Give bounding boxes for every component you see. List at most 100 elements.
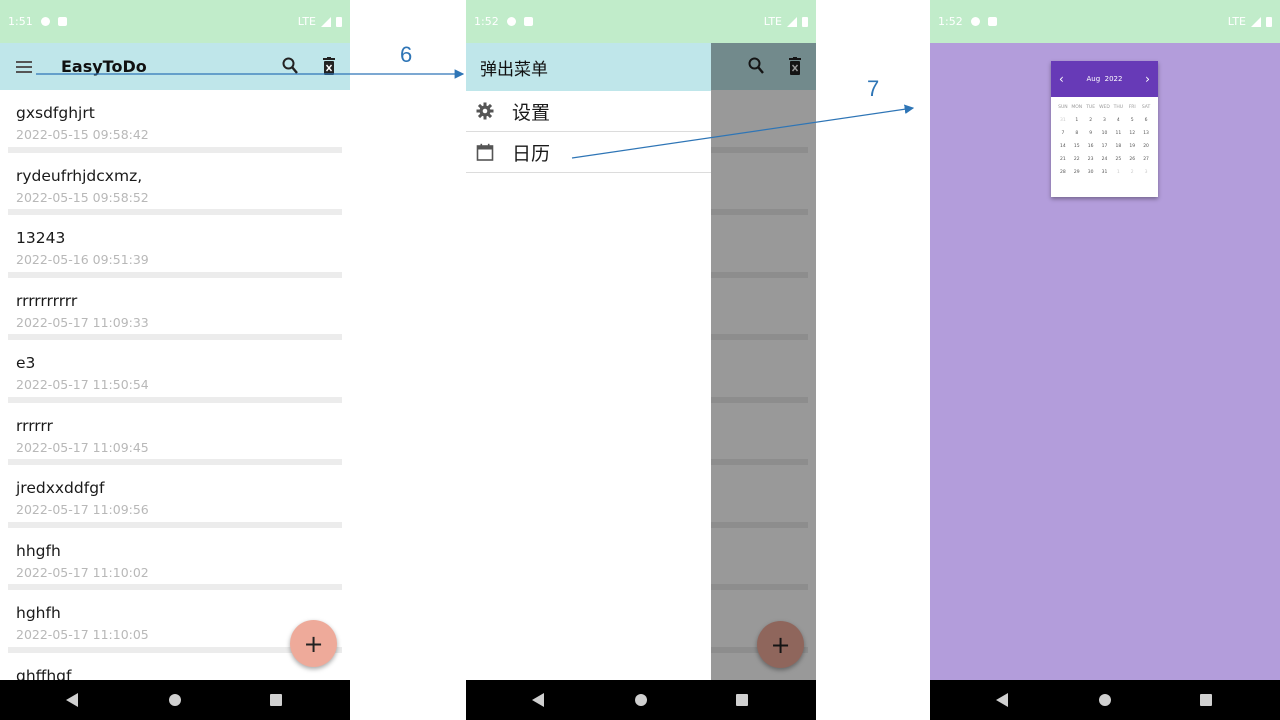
screen-calendar: 1:52 LTE ‹ Aug 2022 › SUN MON TUE WED THU FRI… xyxy=(930,0,1280,720)
item-title: rydeufrhjdcxmz, xyxy=(16,166,143,185)
list-item[interactable]: gxsdfghjrt 2022-05-15 09:58:42 xyxy=(0,90,350,153)
drawer-item-label: 日历 xyxy=(512,142,551,165)
calendar-day[interactable]: 9 xyxy=(1084,131,1098,136)
calendar-header: ‹ Aug 2022 › xyxy=(1051,61,1158,97)
calendar-day[interactable]: 10 xyxy=(1098,131,1112,136)
system-nav-bar xyxy=(0,680,350,720)
calendar-day[interactable]: 2 xyxy=(1125,170,1139,175)
search-icon[interactable] xyxy=(282,57,298,75)
sd-card-icon xyxy=(57,17,67,26)
calendar-day[interactable]: 2 xyxy=(1084,118,1098,123)
calendar-day[interactable]: 24 xyxy=(1098,157,1112,162)
calendar-day[interactable]: 14 xyxy=(1056,144,1070,149)
item-date: 2022-05-17 11:09:45 xyxy=(16,439,149,455)
calendar-day[interactable]: 19 xyxy=(1125,144,1139,149)
calendar-day[interactable]: 11 xyxy=(1111,131,1125,136)
calendar-day[interactable]: 17 xyxy=(1098,144,1112,149)
list-item[interactable]: rrrrrr 2022-05-17 11:09:45 xyxy=(0,403,350,465)
screen-drawer-open: 1:52 LTE + 弹出菜单 设置 日历 xyxy=(466,0,816,720)
calendar-month: Aug xyxy=(1086,75,1101,83)
calendar-day[interactable]: 21 xyxy=(1056,157,1070,162)
calendar-widget: ‹ Aug 2022 › SUN MON TUE WED THU FRI SAT 31 1 2 3 4… xyxy=(1051,61,1158,197)
drawer-item-settings[interactable]: 设置 xyxy=(466,91,711,132)
calendar-day[interactable]: 3 xyxy=(1139,170,1153,175)
list-item[interactable]: 13243 2022-05-16 09:51:39 xyxy=(0,215,350,278)
calendar-day[interactable]: 28 xyxy=(1056,170,1070,175)
item-title: hghfh xyxy=(16,604,61,622)
calendar-day[interactable]: 20 xyxy=(1139,144,1153,149)
recents-icon[interactable] xyxy=(270,694,282,706)
calendar-day[interactable]: 29 xyxy=(1070,170,1084,175)
battery-icon xyxy=(1266,16,1272,27)
calendar-day[interactable]: 23 xyxy=(1084,157,1098,162)
back-icon[interactable] xyxy=(66,693,78,707)
recents-icon[interactable] xyxy=(736,694,748,706)
back-icon[interactable] xyxy=(996,693,1008,707)
screen-todo-list: 1:51 LTE EasyToDo gxsdfghjrt 2022-05-15 … xyxy=(0,0,350,720)
add-fab-button[interactable]: + xyxy=(290,620,337,667)
calendar-day[interactable]: 12 xyxy=(1125,131,1139,136)
status-bar: 1:51 LTE xyxy=(0,0,350,43)
calendar-day[interactable]: 25 xyxy=(1111,157,1125,162)
item-title: hhgfh xyxy=(16,541,61,560)
drawer-title: 弹出菜单 xyxy=(466,43,711,91)
home-icon[interactable] xyxy=(1099,694,1111,706)
notification-icon xyxy=(40,17,50,26)
app-bar: EasyToDo xyxy=(0,43,350,90)
status-time: 1:52 xyxy=(474,15,499,28)
sd-card-icon xyxy=(523,17,533,26)
next-month-button[interactable]: › xyxy=(1145,72,1150,86)
network-label: LTE xyxy=(763,15,782,28)
calendar-icon xyxy=(476,143,494,161)
calendar-day[interactable]: 1 xyxy=(1111,170,1125,175)
list-item[interactable]: jredxxddfgf 2022-05-17 11:09:56 xyxy=(0,465,350,528)
recents-icon[interactable] xyxy=(1200,694,1212,706)
todo-list: gxsdfghjrt 2022-05-15 09:58:42 rydeufrhj… xyxy=(0,90,350,715)
system-nav-bar xyxy=(930,680,1280,720)
calendar-day[interactable]: 16 xyxy=(1084,144,1098,149)
status-time: 1:52 xyxy=(938,15,963,28)
home-icon[interactable] xyxy=(635,694,647,706)
calendar-day[interactable]: 27 xyxy=(1139,157,1153,162)
item-date: 2022-05-17 11:10:05 xyxy=(16,627,149,642)
back-icon[interactable] xyxy=(532,693,544,707)
status-bar: 1:52 LTE xyxy=(466,0,816,43)
annotation-label-6: 6 xyxy=(400,42,413,67)
calendar-day[interactable]: 26 xyxy=(1125,157,1139,162)
calendar-day[interactable]: 22 xyxy=(1070,157,1084,162)
calendar-day[interactable]: 13 xyxy=(1139,131,1153,136)
drawer-scrim[interactable] xyxy=(711,43,816,680)
drawer-item-calendar[interactable]: 日历 xyxy=(466,132,711,173)
calendar-day[interactable]: 7 xyxy=(1056,131,1070,136)
menu-icon[interactable] xyxy=(16,60,32,73)
calendar-day[interactable]: 15 xyxy=(1070,144,1084,149)
calendar-grid: SUN MON TUE WED THU FRI SAT 31 1 2 3 4 5 6 7 8 9 10 11 12 13… xyxy=(1051,97,1158,175)
list-item[interactable]: hhgfh 2022-05-17 11:10:02 xyxy=(0,528,350,590)
home-icon[interactable] xyxy=(169,694,181,706)
notification-icon xyxy=(970,17,980,26)
prev-month-button[interactable]: ‹ xyxy=(1059,72,1064,86)
calendar-day[interactable]: 8 xyxy=(1070,131,1084,136)
item-title: gxsdfghjrt xyxy=(16,104,95,122)
calendar-day[interactable]: 6 xyxy=(1139,118,1153,123)
delete-icon[interactable] xyxy=(322,57,336,75)
calendar-day[interactable]: 1 xyxy=(1070,118,1084,123)
calendar-day[interactable]: 4 xyxy=(1111,118,1125,123)
list-item[interactable]: rydeufrhjdcxmz, 2022-05-15 09:58:52 xyxy=(0,153,350,215)
calendar-day[interactable]: 18 xyxy=(1111,144,1125,149)
calendar-day[interactable]: 30 xyxy=(1084,170,1098,175)
calendar-day[interactable]: 5 xyxy=(1125,118,1139,123)
list-item[interactable]: e3 2022-05-17 11:50:54 xyxy=(0,340,350,403)
calendar-weekday: TUE xyxy=(1086,105,1096,110)
calendar-day[interactable]: 31 xyxy=(1056,118,1070,123)
item-title: jredxxddfgf xyxy=(16,479,105,497)
item-title: rrrrrrrrrr xyxy=(16,291,78,310)
calendar-weekday: WED xyxy=(1099,105,1110,110)
navigation-drawer: 弹出菜单 设置 日历 xyxy=(466,43,711,680)
signal-icon xyxy=(787,16,797,27)
app-title: EasyToDo xyxy=(61,57,147,76)
calendar-day[interactable]: 3 xyxy=(1098,118,1112,123)
notification-icon xyxy=(506,17,516,26)
list-item[interactable]: rrrrrrrrrr 2022-05-17 11:09:33 xyxy=(0,278,350,340)
calendar-day[interactable]: 31 xyxy=(1098,170,1112,175)
